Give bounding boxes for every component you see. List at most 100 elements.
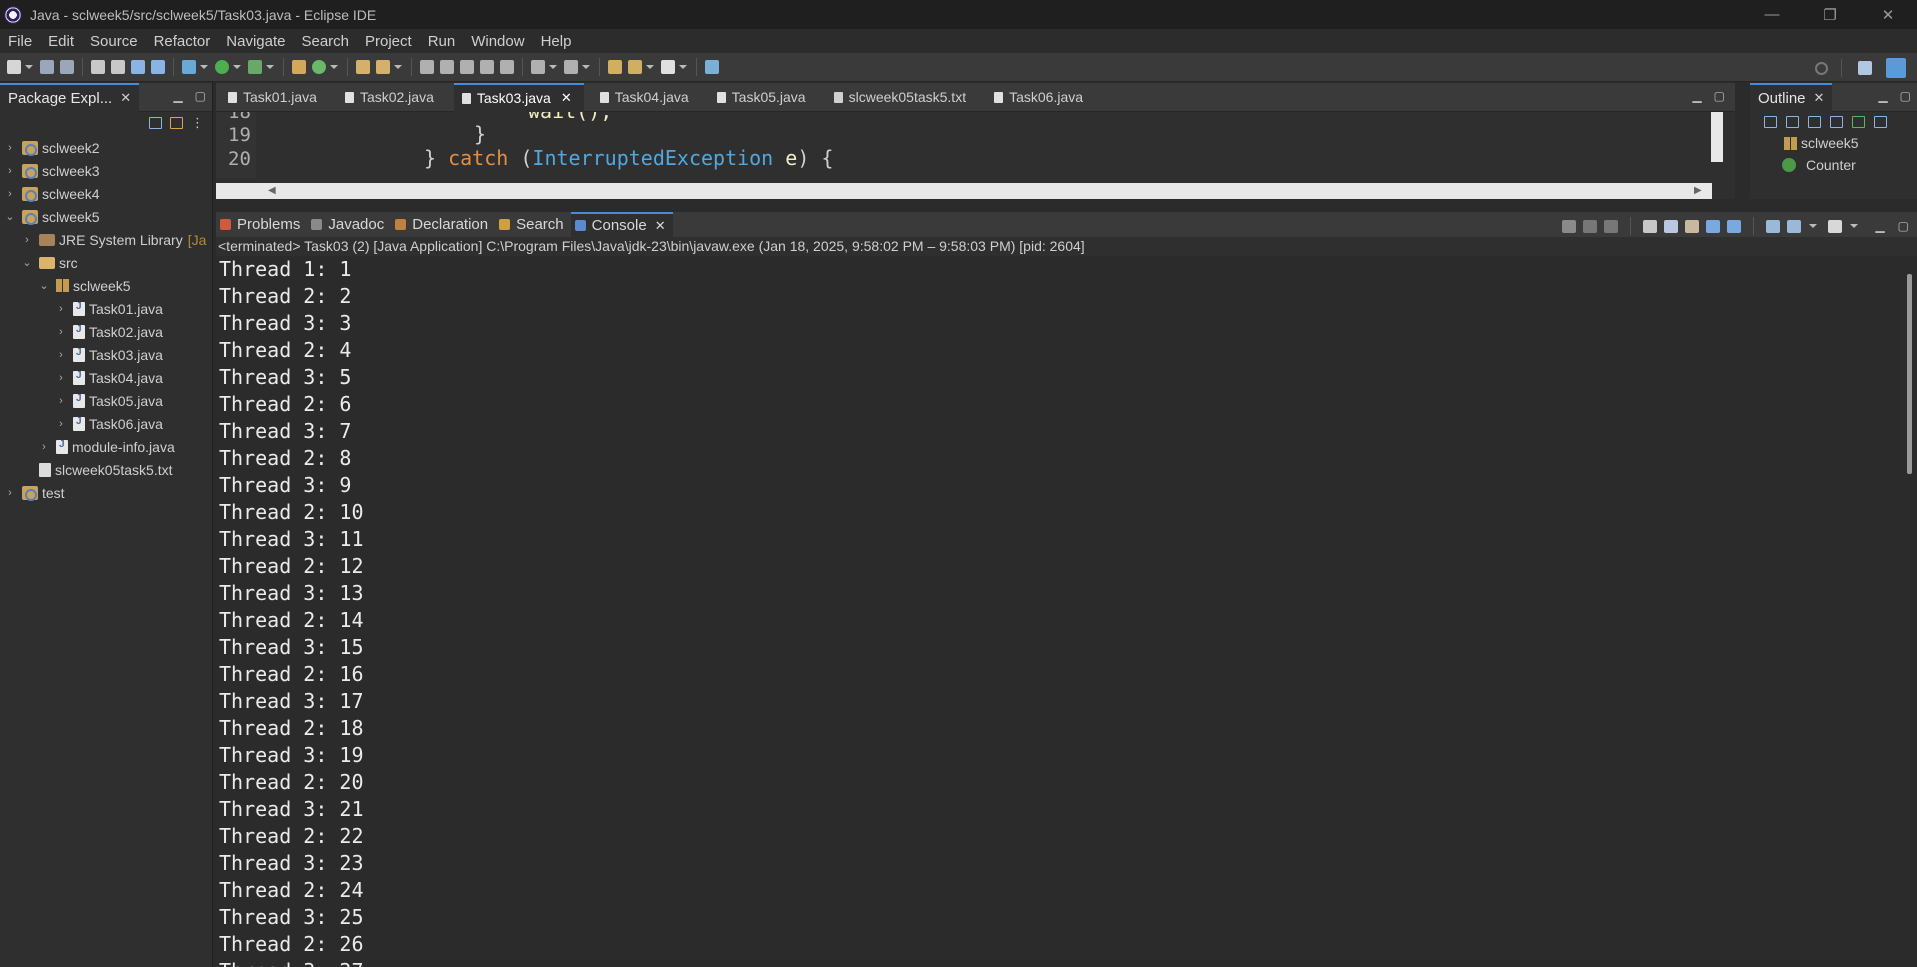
console-vertical-scrollbar-thumb[interactable]: [1907, 274, 1912, 474]
editor-horizontal-scrollbar[interactable]: ◀ ▶: [216, 183, 1712, 199]
open-console-icon[interactable]: [1828, 219, 1843, 233]
restore-button[interactable]: ❐: [1801, 0, 1859, 29]
toggle-mark-occurrences-icon[interactable]: [420, 60, 434, 74]
package-explorer-tab[interactable]: Package Expl... ✕: [0, 82, 140, 112]
debug-dropdown-icon[interactable]: [200, 65, 208, 69]
outline-item[interactable]: sclweek5: [1750, 132, 1917, 154]
tab-declaration[interactable]: Declaration: [391, 212, 495, 237]
hide-static-icon[interactable]: [1830, 116, 1843, 128]
prev-annotation-dropdown-icon[interactable]: [582, 65, 590, 69]
open-console-dropdown-icon[interactable]: [1850, 224, 1859, 228]
show-whitespace-icon[interactable]: [480, 60, 494, 74]
maximize-view-icon[interactable]: ▢: [1900, 89, 1911, 103]
console-output[interactable]: Thread 1: 1 Thread 2: 2 Thread 3: 3 Thread …: [216, 256, 1896, 967]
new-java-project-icon[interactable]: [292, 60, 306, 74]
open-console-icon[interactable]: [705, 60, 719, 74]
pin-console-icon[interactable]: [1766, 219, 1781, 233]
word-wrap-icon[interactable]: [1685, 219, 1700, 233]
outline-item[interactable]: Counter: [1750, 154, 1917, 176]
minimize-button[interactable]: —: [1743, 0, 1801, 29]
next-annotation-dropdown-icon[interactable]: [549, 65, 557, 69]
tree-item[interactable]: › sclweek4: [0, 182, 212, 205]
close-window-button[interactable]: ✕: [1859, 0, 1917, 29]
external-tools-dropdown-icon[interactable]: [266, 65, 274, 69]
tab-console[interactable]: Console ✕: [570, 212, 673, 237]
tree-item[interactable]: › sclweek3: [0, 159, 212, 182]
undo-icon[interactable]: [91, 60, 105, 74]
editor-tab-task06-java[interactable]: Task06.java: [986, 83, 1095, 112]
menu-file[interactable]: File: [0, 33, 40, 50]
close-icon[interactable]: ✕: [120, 90, 131, 106]
toggle-word-wrap-icon[interactable]: [440, 60, 454, 74]
search-dropdown-icon[interactable]: [394, 65, 402, 69]
collapse-all-icon[interactable]: [149, 117, 162, 129]
terminal-icon[interactable]: [131, 60, 145, 74]
menu-help[interactable]: Help: [533, 33, 580, 50]
search-icon[interactable]: [1815, 61, 1828, 75]
collapse-all-icon[interactable]: [1764, 116, 1777, 128]
tree-item[interactable]: › sclweek2: [0, 136, 212, 159]
view-menu-icon[interactable]: ⋮: [191, 115, 204, 131]
editor-tab-task04-java[interactable]: Task04.java: [592, 83, 701, 112]
menu-navigate[interactable]: Navigate: [218, 33, 293, 50]
chevron-right-icon[interactable]: ›: [55, 349, 67, 361]
outline-tab[interactable]: Outline ✕: [1750, 82, 1833, 112]
chevron-down-icon[interactable]: ⌄: [21, 256, 33, 269]
new-class-dropdown-icon[interactable]: [330, 65, 338, 69]
chevron-right-icon[interactable]: ›: [4, 142, 16, 154]
run-external-tools-icon[interactable]: [248, 60, 262, 74]
tree-item[interactable]: › Task05.java: [0, 389, 212, 412]
hide-fields-icon[interactable]: [1808, 116, 1821, 128]
chevron-right-icon[interactable]: ›: [4, 487, 16, 499]
code-editor[interactable]: 18 19 20 wait(); } } catch (InterruptedE…: [216, 112, 1735, 178]
new-class-icon[interactable]: [312, 60, 326, 74]
last-edit-location-icon[interactable]: [608, 60, 622, 74]
remove-all-terminated-icon[interactable]: [1604, 219, 1619, 233]
minimize-view-icon[interactable]: ▁: [1878, 89, 1887, 103]
run-icon[interactable]: [215, 60, 229, 74]
tree-item[interactable]: › Task01.java: [0, 297, 212, 320]
tree-item[interactable]: › module-info.java: [0, 435, 212, 458]
maximize-console-icon[interactable]: ▢: [1898, 219, 1909, 233]
run-dropdown-icon[interactable]: [233, 65, 241, 69]
chevron-right-icon[interactable]: ›: [55, 326, 67, 338]
next-annotation-icon[interactable]: [531, 60, 545, 74]
open-perspective-icon[interactable]: [1858, 61, 1872, 75]
tree-item[interactable]: › test: [0, 481, 212, 504]
chevron-right-icon[interactable]: ›: [55, 395, 67, 407]
editor-tab-task05-java[interactable]: Task05.java: [709, 83, 818, 112]
save-icon[interactable]: [40, 60, 54, 74]
back-icon[interactable]: [628, 60, 642, 74]
clear-console-icon[interactable]: [1643, 219, 1658, 233]
tree-item[interactable]: ⌄ src: [0, 251, 212, 274]
chevron-right-icon[interactable]: ›: [38, 441, 50, 453]
java-perspective-icon[interactable]: [1886, 58, 1906, 78]
editor-vertical-scrollbar[interactable]: [1711, 112, 1723, 162]
pilcrow-icon[interactable]: [500, 60, 514, 74]
scroll-right-icon[interactable]: ▶: [1694, 185, 1702, 196]
save-all-icon[interactable]: [60, 60, 74, 74]
tree-item[interactable]: ⌄ sclweek5: [0, 274, 212, 297]
close-icon[interactable]: ✕: [1814, 90, 1825, 106]
back-dropdown-icon[interactable]: [646, 65, 654, 69]
toggle-block-selection-icon[interactable]: [460, 60, 474, 74]
tree-item[interactable]: slcweek05task5.txt: [0, 458, 212, 481]
open-type-icon[interactable]: [356, 60, 370, 74]
chevron-right-icon[interactable]: ›: [55, 418, 67, 430]
tab-search[interactable]: Search: [495, 212, 571, 237]
tree-item[interactable]: › JRE System Library [Ja: [0, 228, 212, 251]
minimize-editor-icon[interactable]: ▁: [1692, 89, 1701, 103]
chevron-right-icon[interactable]: ›: [4, 188, 16, 200]
minimize-view-icon[interactable]: ▁: [173, 89, 182, 103]
forward-icon[interactable]: [661, 60, 675, 74]
close-icon[interactable]: ✕: [561, 90, 572, 106]
tree-item[interactable]: › Task02.java: [0, 320, 212, 343]
tree-item[interactable]: › Task03.java: [0, 343, 212, 366]
prev-annotation-icon[interactable]: [564, 60, 578, 74]
maximize-editor-icon[interactable]: ▢: [1714, 89, 1725, 103]
new-icon[interactable]: [7, 60, 21, 74]
debug-icon[interactable]: [182, 60, 196, 74]
scroll-lock-icon[interactable]: [1664, 219, 1679, 233]
tab-problems[interactable]: Problems: [216, 212, 307, 237]
menu-source[interactable]: Source: [82, 33, 146, 50]
